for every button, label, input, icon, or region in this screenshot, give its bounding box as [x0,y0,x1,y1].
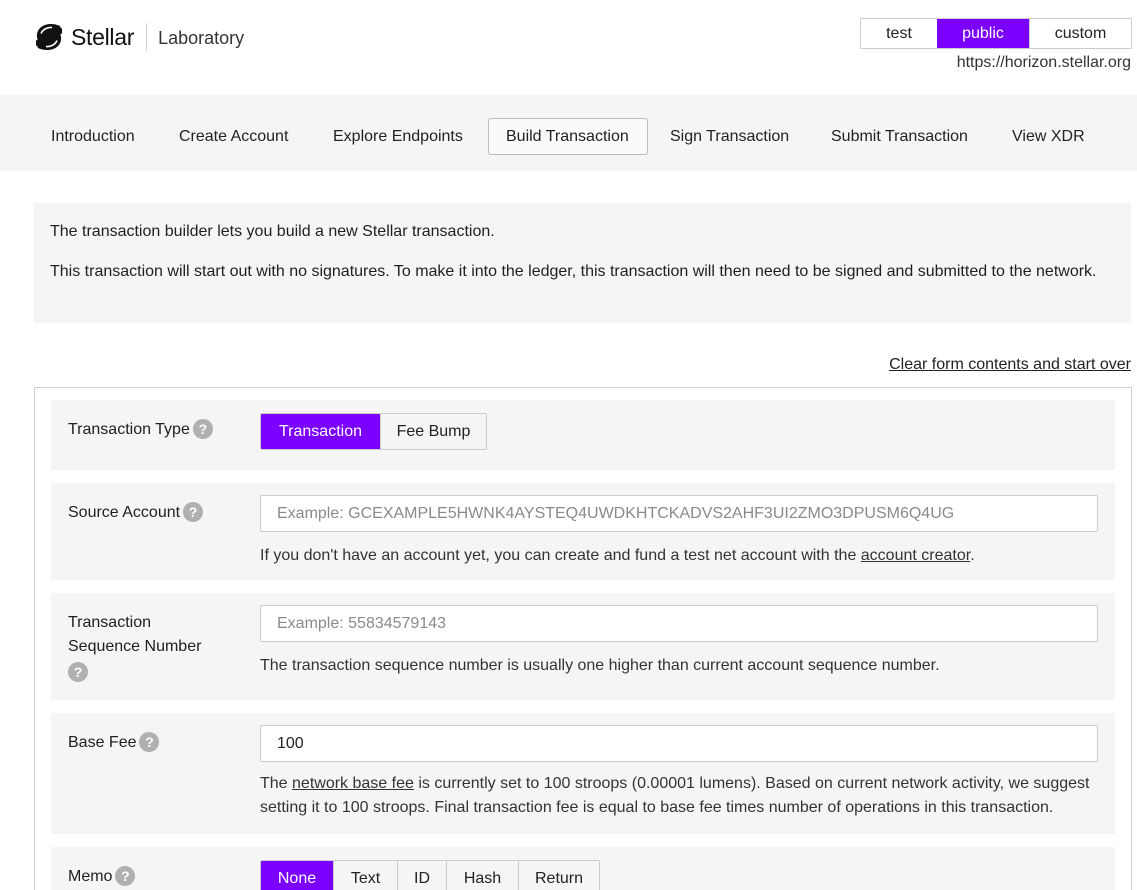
stellar-logo-icon [36,23,62,51]
base-fee-input[interactable] [260,725,1098,762]
row-sequence-number: Transaction Sequence Number ? The transa… [51,593,1115,700]
label-text: Memo [68,868,113,885]
label-memo: Memo? [68,865,136,889]
intro-line-2: This transaction will start out with no … [50,263,1097,280]
nav-build-transaction[interactable]: Build Transaction [488,118,648,155]
label-base-fee: Base Fee? [68,731,160,755]
note-text: If you don't have an account yet, you ca… [260,547,861,564]
note-text: The [260,775,293,792]
header: Stellar Laboratory test public custom ht… [0,0,1137,95]
nav-submit-transaction[interactable]: Submit Transaction [814,118,985,155]
label-sequence-number: Transaction Sequence Number ? [68,611,201,683]
memo-type-selector: None Text ID Hash Return [260,860,600,890]
sequence-number-field: The transaction sequence number is usual… [260,605,1105,678]
base-fee-note: The network base fee is currently set to… [260,772,1105,820]
logo-divider [146,23,148,51]
base-fee-field: The network base fee is currently set to… [260,725,1105,820]
nav-sign-transaction[interactable]: Sign Transaction [653,118,806,155]
label-text: Source Account [68,504,181,521]
transaction-form: Transaction Type? Transaction Fee Bump S… [34,387,1132,890]
sequence-number-input[interactable] [260,605,1098,642]
network-custom-button[interactable]: custom [1029,19,1131,48]
tx-type-transaction-button[interactable]: Transaction [261,414,380,449]
label-text: Transaction Type [68,421,190,438]
horizon-url: https://horizon.stellar.org [956,54,1131,71]
row-base-fee: Base Fee? The network base fee is curren… [51,713,1115,834]
clear-form-link[interactable]: Clear form contents and start over [889,356,1131,374]
help-icon[interactable]: ? [183,501,204,522]
help-icon[interactable]: ? [68,662,88,682]
label-text: Base Fee [68,734,137,751]
row-transaction-type: Transaction Type? Transaction Fee Bump [51,400,1115,470]
memo-none-button[interactable]: None [261,861,333,890]
network-public-button[interactable]: public [937,19,1029,48]
label-source-account: Source Account? [68,501,204,525]
row-memo: Memo? None Text ID Hash Return [51,847,1115,890]
brand-name: Stellar [71,23,135,50]
network-switcher: test public custom [860,18,1132,49]
intro-panel: The transaction builder lets you build a… [34,203,1131,323]
memo-id-button[interactable]: ID [397,861,446,890]
nav-introduction[interactable]: Introduction [34,118,152,155]
note-text: . [970,547,975,564]
help-icon[interactable]: ? [192,418,213,439]
intro-line-1: The transaction builder lets you build a… [50,223,495,240]
memo-return-button[interactable]: Return [518,861,599,890]
label-text: Sequence Number [68,638,202,655]
memo-hash-button[interactable]: Hash [446,861,518,890]
label-transaction-type: Transaction Type? [68,418,213,442]
source-account-field: If you don't have an account yet, you ca… [260,495,1105,568]
nav-view-xdr[interactable]: View XDR [995,118,1102,155]
row-source-account: Source Account? If you don't have an acc… [51,483,1115,580]
account-creator-link[interactable]: account creator [861,547,970,564]
label-text: Transaction [68,614,151,631]
source-account-note: If you don't have an account yet, you ca… [260,544,1105,568]
tx-type-fee-bump-button[interactable]: Fee Bump [380,414,486,449]
network-base-fee-link[interactable]: network base fee [292,775,414,792]
help-icon[interactable]: ? [139,731,160,752]
nav-explore-endpoints[interactable]: Explore Endpoints [316,118,480,155]
help-icon[interactable]: ? [115,865,136,886]
brand-subtitle: Laboratory [158,28,245,48]
main-nav: Introduction Create Account Explore Endp… [0,95,1137,171]
source-account-input[interactable] [260,495,1098,532]
memo-text-button[interactable]: Text [333,861,397,890]
transaction-type-selector: Transaction Fee Bump [260,413,487,450]
nav-create-account[interactable]: Create Account [162,118,305,155]
sequence-number-note: The transaction sequence number is usual… [260,657,940,674]
logo[interactable]: Stellar Laboratory [33,22,244,52]
network-test-button[interactable]: test [861,19,937,48]
